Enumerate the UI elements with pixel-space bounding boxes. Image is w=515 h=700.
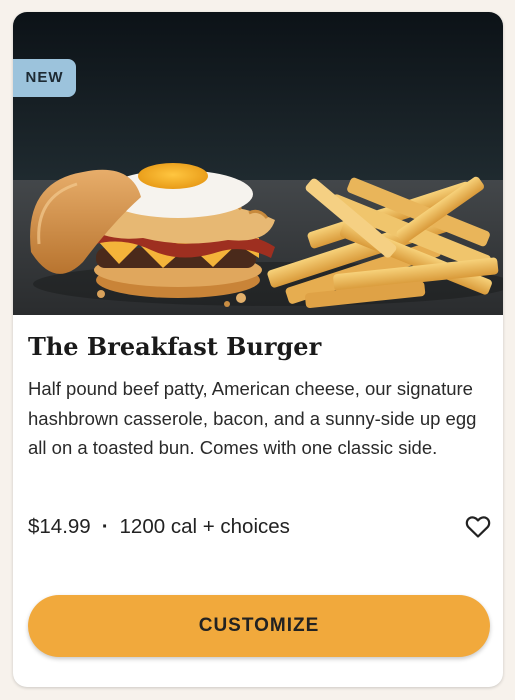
favorite-button[interactable]	[465, 515, 491, 539]
item-price: $14.99	[28, 515, 91, 538]
food-photo[interactable]: NEW	[13, 12, 503, 315]
burger-and-fries-image	[13, 12, 503, 315]
item-calories: 1200 cal + choices	[119, 515, 290, 538]
menu-item-card[interactable]: NEW The Breakfast Burger Half pound beef…	[13, 12, 503, 687]
separator-dot: ·	[101, 515, 109, 538]
item-description: Half pound beef patty, American cheese, …	[28, 378, 477, 458]
heart-outline-icon	[465, 516, 491, 538]
new-badge: NEW	[13, 59, 76, 97]
item-title: The Breakfast Burger	[28, 332, 322, 361]
price-calories-row: $14.99 · 1200 cal + choices	[28, 512, 290, 542]
customize-button[interactable]: CUSTOMIZE	[28, 595, 490, 657]
